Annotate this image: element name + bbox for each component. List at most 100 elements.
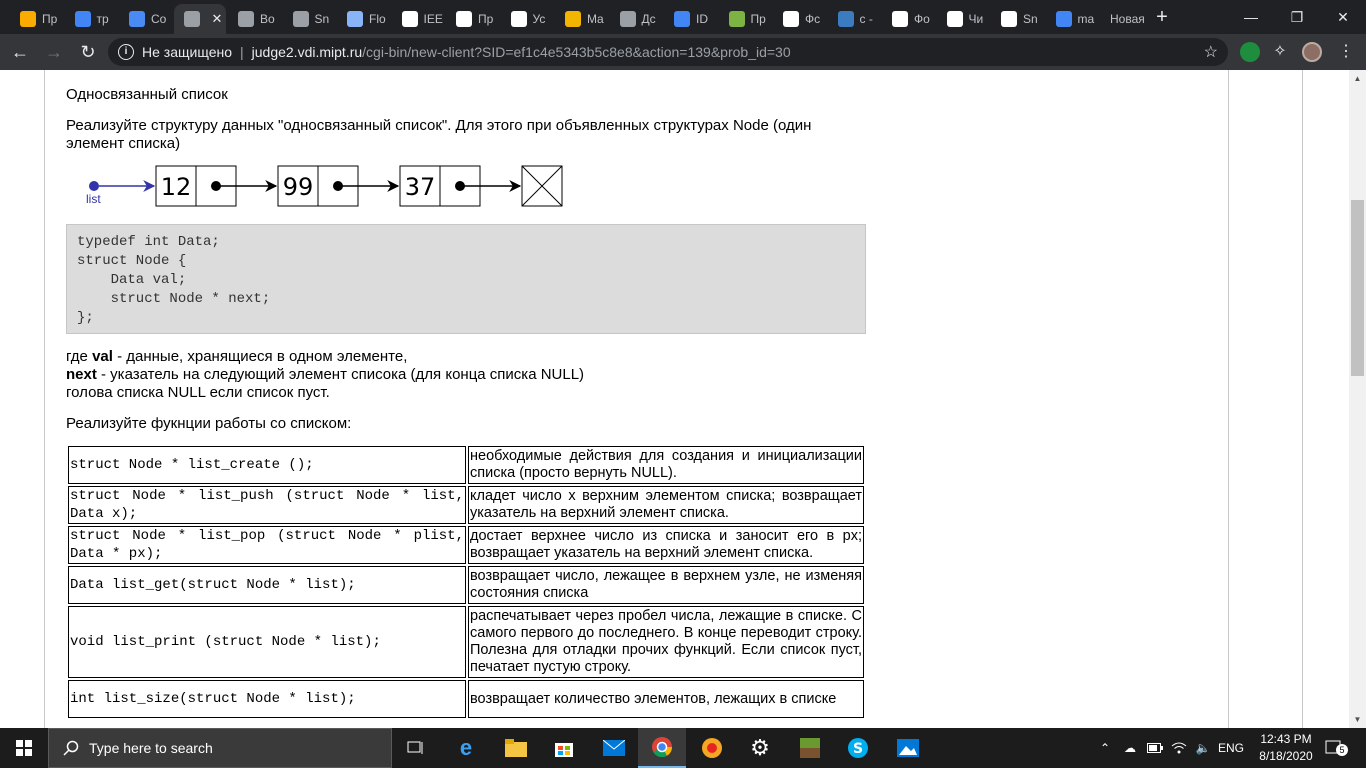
extensions-puzzle-icon[interactable]: ✧ <box>1270 42 1290 62</box>
settings-gear-icon[interactable]: ⚙ <box>736 728 784 768</box>
browser-tab[interactable]: Пр <box>10 4 65 34</box>
tab-title: Flo <box>369 12 386 26</box>
tab-title: Co <box>151 12 167 26</box>
clock-date: 8/18/2020 <box>1259 749 1313 763</box>
tab-title: Ус <box>532 12 546 26</box>
table-row: void list_print (struct Node * list); ра… <box>68 606 864 678</box>
browser-tab[interactable]: Во <box>228 4 283 34</box>
scroll-down-arrow-icon[interactable]: ▼ <box>1349 711 1366 728</box>
browser-tab[interactable]: Фс <box>773 4 828 34</box>
function-signature: void list_print (struct Node * list); <box>68 606 466 678</box>
browser-tab[interactable]: Ma <box>555 4 610 34</box>
browser-tab[interactable]: Flo <box>337 4 392 34</box>
language-indicator[interactable]: ENG <box>1216 728 1246 768</box>
browser-tab[interactable]: Sn <box>991 4 1046 34</box>
skype-icon[interactable]: S <box>834 728 882 768</box>
start-button[interactable] <box>0 728 48 768</box>
vertical-scrollbar[interactable]: ▲ ▼ <box>1349 70 1366 728</box>
problem-title: Односвязанный список <box>66 86 228 103</box>
node-value: 37 <box>405 173 436 201</box>
left-border <box>44 70 45 728</box>
book-icon <box>728 11 745 27</box>
file-explorer-icon[interactable] <box>492 728 540 768</box>
back-button[interactable]: ← <box>8 40 32 64</box>
browser-tab[interactable]: с - <box>828 4 883 34</box>
field-description: где val - данные, хранящиеся в одном эле… <box>66 348 584 402</box>
desc-text: голова списка NULL если список пуст. <box>66 384 330 401</box>
menu-dots-icon[interactable]: ⋮ <box>1334 40 1358 64</box>
browser-tab[interactable]: Ус <box>501 4 556 34</box>
page-icon <box>892 11 908 27</box>
task-view-icon[interactable] <box>392 728 440 768</box>
scrollbar-thumb[interactable] <box>1351 200 1364 376</box>
clock-time: 12:43 PM <box>1260 732 1312 746</box>
wifi-icon[interactable] <box>1168 728 1190 768</box>
browser-tab[interactable]: ma <box>1046 4 1101 34</box>
address-bar[interactable]: i Не защищено | judge2.vdi.mipt.ru /cgi-… <box>108 38 1228 66</box>
browser-toolbar: ← → ↻ i Не защищено | judge2.vdi.mipt.ru… <box>0 34 1366 70</box>
photos-icon[interactable] <box>884 728 932 768</box>
browser-tab[interactable]: Дс <box>610 4 665 34</box>
browser-tab[interactable]: Чи <box>937 4 992 34</box>
tab-title: Ma <box>587 12 604 26</box>
browser-tab[interactable]: Фо <box>882 4 937 34</box>
problem-intro: Реализуйте структуру данных "односвязанн… <box>66 117 812 152</box>
tab-close-icon[interactable]: ✕ <box>212 11 223 27</box>
m-icon <box>565 11 581 27</box>
minecraft-icon[interactable] <box>786 728 834 768</box>
globe-icon <box>292 11 309 27</box>
store-icon[interactable] <box>540 728 588 768</box>
bookmarks-icon <box>20 11 36 27</box>
google-icon <box>74 11 91 27</box>
tab-strip: Новая ma Sn Чи Фо с - Фс Пр ID Дс Ma Ус Пр IEE Flo Sn Во… <box>0 0 1366 34</box>
browser-tab[interactable]: Пр <box>446 4 501 34</box>
clock[interactable]: 12:43 PM 8/18/2020 <box>1256 731 1316 765</box>
taskbar-search[interactable]: Type here to search <box>48 728 392 768</box>
show-hidden-icons-chevron-icon[interactable]: ⌃ <box>1096 728 1114 768</box>
onedrive-cloud-icon[interactable]: ☁ <box>1118 728 1142 768</box>
node-value: 99 <box>283 173 314 201</box>
action-center-icon[interactable]: 5 <box>1322 728 1348 768</box>
field-name-next: next <box>66 366 97 383</box>
info-icon[interactable]: i <box>118 44 134 60</box>
tab-title: Во <box>260 12 275 26</box>
reload-button[interactable]: ↻ <box>76 40 100 64</box>
browser-tab[interactable]: ID <box>664 4 719 34</box>
table-row: struct Node * list_create (); необходимы… <box>68 446 864 484</box>
globe-icon <box>619 11 636 27</box>
minimize-button[interactable]: — <box>1228 0 1274 34</box>
yandex-browser-icon[interactable] <box>688 728 736 768</box>
table-row: int list_size(struct Node * list); возвр… <box>68 680 864 718</box>
maximize-button[interactable]: ❐ <box>1274 0 1320 34</box>
scroll-up-arrow-icon[interactable]: ▲ <box>1349 70 1366 87</box>
edge-icon[interactable]: e <box>442 728 490 768</box>
profile-avatar[interactable] <box>1302 42 1322 62</box>
browser-tab[interactable]: тр <box>65 4 120 34</box>
browser-tab[interactable]: Sn <box>283 4 338 34</box>
chrome-icon[interactable] <box>638 728 686 768</box>
battery-icon[interactable] <box>1144 728 1166 768</box>
browser-tab[interactable]: Новая <box>1100 4 1156 34</box>
forward-button[interactable]: → <box>42 40 66 64</box>
tab-title: Фо <box>914 12 930 26</box>
browser-tab[interactable]: ✕ <box>173 4 226 34</box>
search-icon <box>63 740 79 756</box>
close-window-button[interactable]: ✕ <box>1320 0 1366 34</box>
browser-tab[interactable]: IEE <box>392 4 447 34</box>
bookmark-star-icon[interactable]: ☆ <box>1204 42 1218 62</box>
volume-icon[interactable]: 🔈 <box>1192 728 1214 768</box>
tab-title: Пр <box>750 12 766 26</box>
new-tab-button[interactable]: + <box>1150 6 1174 30</box>
browser-tab[interactable]: Co <box>119 4 174 34</box>
tab-title: ma <box>1077 12 1095 26</box>
mail-icon[interactable] <box>590 728 638 768</box>
windows-logo-icon <box>16 740 32 756</box>
browser-tab[interactable]: Пр <box>719 4 774 34</box>
field-name-val: val <box>92 348 113 365</box>
functions-heading: Реализуйте фукнции работы со списком: <box>66 415 352 432</box>
tab-title: ID <box>696 12 708 26</box>
extension-green-icon[interactable] <box>1240 42 1260 62</box>
url-path: /cgi-bin/new-client?SID=ef1c4e5343b5c8e8… <box>362 44 791 60</box>
node-value: 12 <box>161 173 192 201</box>
arrow-icon <box>347 11 363 27</box>
